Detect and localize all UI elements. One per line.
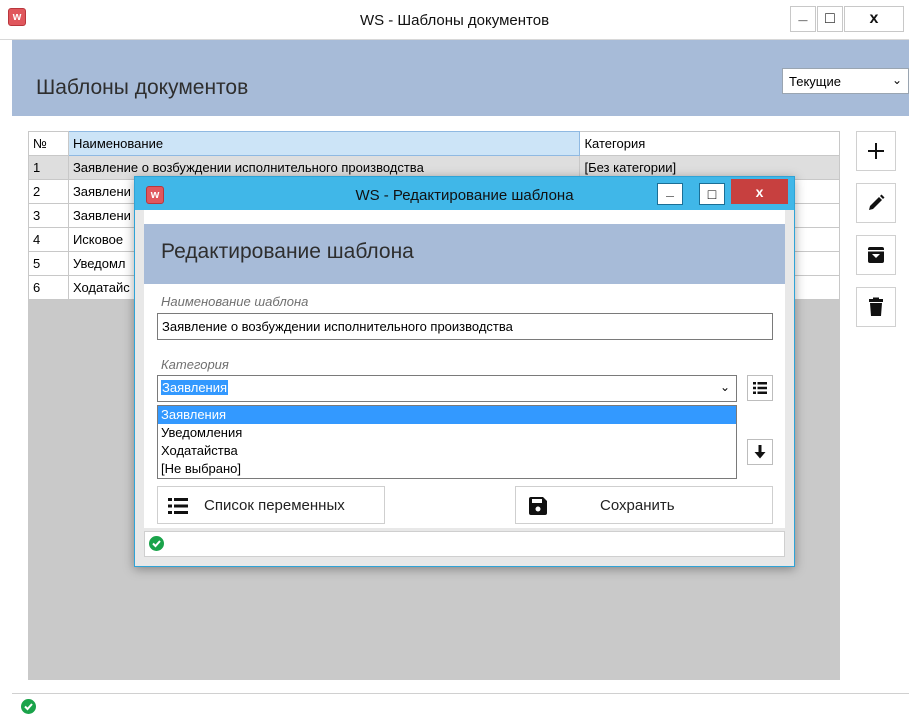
category-select-value: Заявления: [161, 380, 229, 395]
close-button[interactable]: x: [844, 6, 904, 32]
variables-list-label: Список переменных: [204, 497, 345, 514]
plus-icon: [868, 143, 884, 159]
download-button[interactable]: [747, 439, 773, 465]
column-header-category[interactable]: Категория: [579, 131, 840, 156]
close-icon: x: [755, 183, 764, 200]
category-list-button[interactable]: [747, 375, 773, 401]
cell-number: 2: [28, 179, 69, 204]
status-ok-icon: [149, 536, 164, 551]
table-header-row: № Наименование Категория: [28, 131, 840, 156]
dialog-heading: Редактирование шаблона: [161, 240, 414, 263]
status-ok-icon: [21, 699, 36, 714]
cell-number: 4: [28, 227, 69, 252]
chevron-down-icon: ⌄: [891, 73, 902, 87]
save-icon: [529, 497, 547, 515]
maximize-button[interactable]: □: [817, 6, 843, 32]
category-option[interactable]: Уведомления: [158, 424, 736, 442]
category-option[interactable]: Заявления: [158, 406, 736, 424]
filter-select[interactable]: Текущие ⌄: [782, 68, 909, 94]
arrow-down-icon: [754, 445, 766, 459]
maximize-icon: □: [707, 186, 717, 202]
dialog-maximize-button[interactable]: □: [699, 183, 725, 205]
template-name-label: Наименование шаблона: [161, 294, 309, 309]
dialog-title-bar[interactable]: w WS - Редактирование шаблона _ □ x: [135, 177, 794, 210]
category-label: Категория: [161, 357, 229, 372]
main-status-bar: [12, 693, 909, 718]
add-template-button[interactable]: [856, 131, 896, 171]
close-icon: x: [869, 10, 879, 27]
dialog-header: Редактирование шаблона: [144, 224, 785, 284]
save-button[interactable]: Сохранить: [515, 486, 773, 524]
dialog-minimize-button[interactable]: _: [657, 182, 683, 205]
dialog-body: Редактирование шаблона Наименование шабл…: [144, 210, 785, 528]
edit-template-dialog: w WS - Редактирование шаблона _ □ x Реда…: [134, 176, 795, 567]
delete-template-button[interactable]: [856, 287, 896, 327]
edit-template-button[interactable]: [856, 183, 896, 223]
minimize-icon: _: [798, 6, 808, 23]
page-title: Шаблоны документов: [36, 76, 249, 99]
category-option[interactable]: [Не выбрано]: [158, 460, 736, 478]
cell-number: 1: [28, 155, 69, 180]
dialog-status-bar: [144, 531, 785, 557]
archive-icon: [868, 247, 884, 263]
column-header-name[interactable]: Наименование: [67, 131, 581, 156]
list-icon: [753, 382, 767, 394]
cell-number: 6: [28, 275, 69, 300]
window-title: WS - Шаблоны документов: [359, 12, 550, 29]
category-option[interactable]: Ходатайства: [158, 442, 736, 460]
cell-number: 3: [28, 203, 69, 228]
maximize-icon: □: [825, 10, 835, 27]
pencil-icon: [869, 194, 885, 210]
list-icon: [168, 498, 188, 514]
variables-list-button[interactable]: Список переменных: [157, 486, 385, 524]
category-select[interactable]: Заявления ⌄: [157, 375, 737, 402]
column-header-number[interactable]: №: [28, 131, 69, 156]
main-title-bar: w WS - Шаблоны документов _ □ x: [0, 0, 909, 40]
dialog-close-button[interactable]: x: [731, 179, 788, 204]
archive-template-button[interactable]: [856, 235, 896, 275]
save-label: Сохранить: [600, 497, 675, 514]
page-header: Шаблоны документов Текущие ⌄: [12, 40, 909, 116]
chevron-down-icon: ⌄: [719, 380, 730, 394]
cell-number: 5: [28, 251, 69, 276]
minimize-button[interactable]: _: [790, 6, 816, 32]
template-name-input[interactable]: Заявление о возбуждении исполнительного …: [157, 313, 773, 340]
dialog-title: WS - Редактирование шаблона: [355, 187, 574, 204]
minimize-icon: _: [666, 182, 674, 198]
category-dropdown-list[interactable]: Заявления Уведомления Ходатайства [Не вы…: [157, 405, 737, 479]
trash-icon: [869, 297, 883, 316]
filter-select-value: Текущие: [789, 74, 841, 89]
